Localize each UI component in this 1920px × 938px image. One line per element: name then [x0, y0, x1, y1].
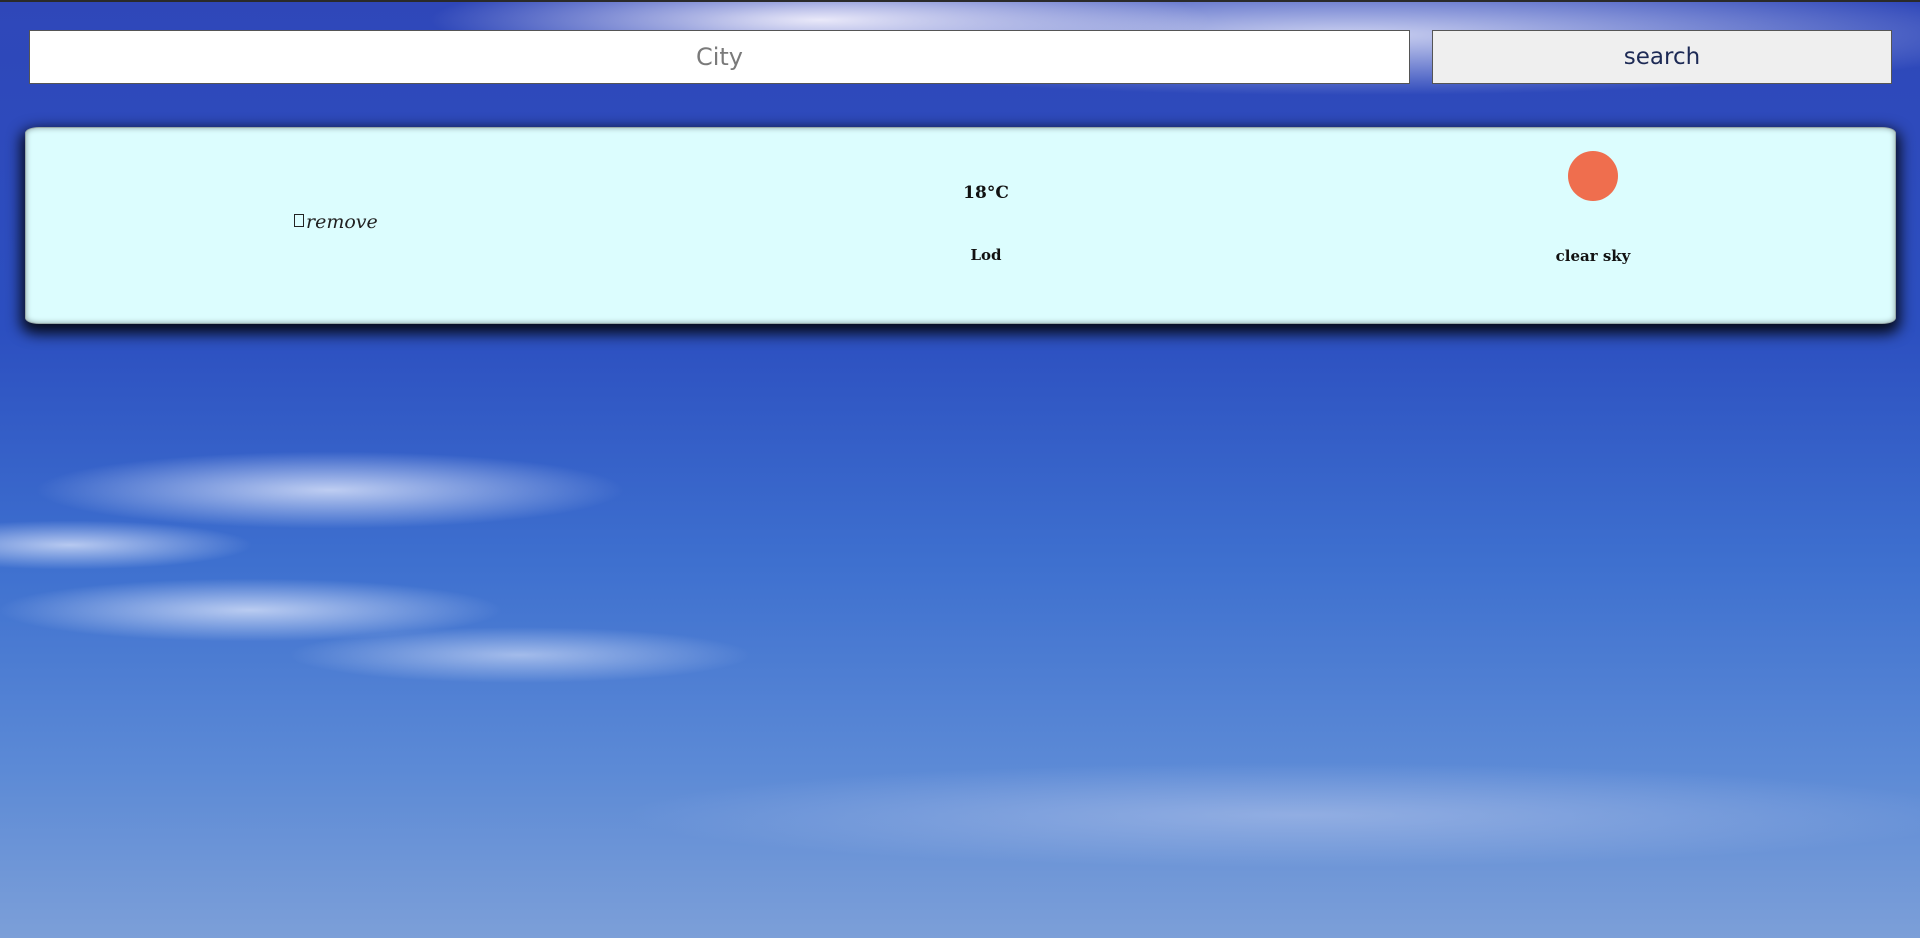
search-button[interactable]: search: [1432, 30, 1892, 84]
weather-card: remove 18°C Lod clear sky: [25, 127, 1896, 324]
remove-button[interactable]: remove: [294, 211, 378, 233]
weather-app: { "search": { "placeholder": "City", "va…: [0, 0, 1920, 938]
city-name: Lod: [970, 246, 1002, 264]
window-top-border: [0, 0, 1920, 2]
trash-icon: [294, 214, 304, 227]
temperature-value: 18°C: [963, 183, 1009, 203]
search-bar: search: [29, 30, 1892, 84]
sun-icon: [1568, 151, 1618, 201]
remove-label: remove: [306, 211, 378, 233]
weather-description: clear sky: [1555, 247, 1631, 265]
city-search-input[interactable]: [29, 30, 1410, 84]
